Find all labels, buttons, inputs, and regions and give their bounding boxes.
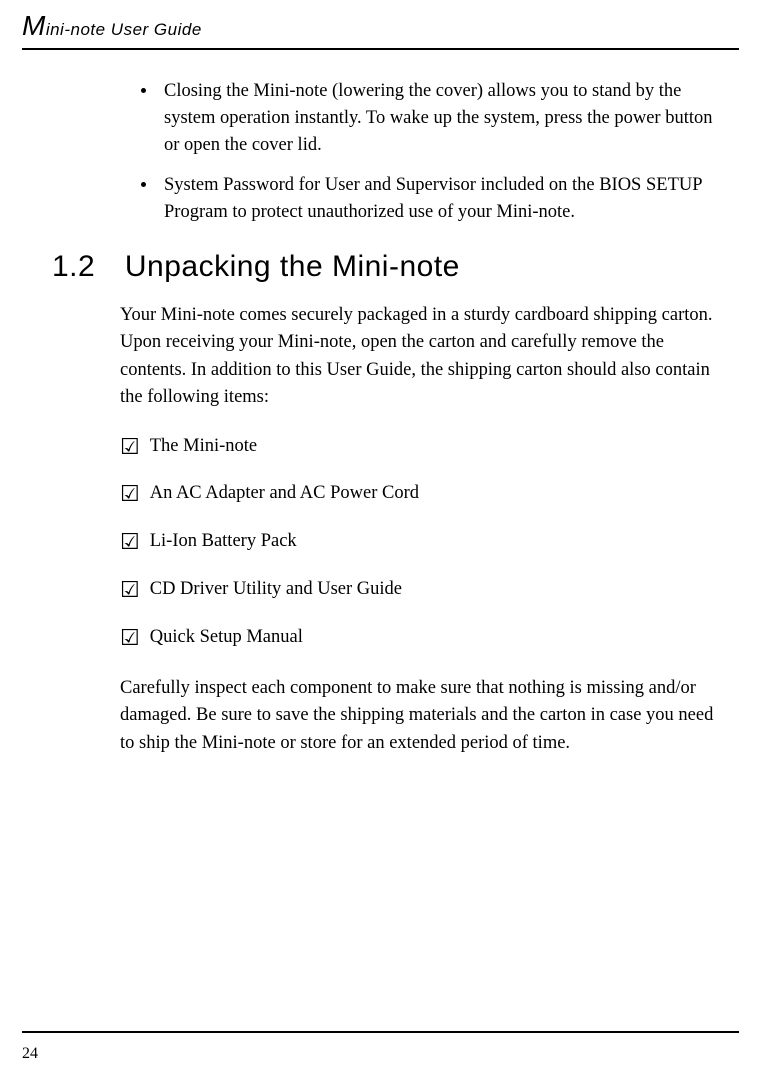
page-number: 24 <box>22 1045 38 1063</box>
checkbox-icon: ☑ <box>120 483 140 505</box>
header-cap: M <box>22 10 46 41</box>
outro-paragraph: Carefully inspect each component to make… <box>120 675 720 757</box>
checklist-item: ☑ An AC Adapter and AC Power Cord <box>120 481 720 507</box>
section-number: 1.2 <box>52 250 116 284</box>
header-rest: ini-note User Guide <box>46 20 202 39</box>
checklist-label: Li-Ion Battery Pack <box>150 529 297 555</box>
checklist-label: CD Driver Utility and User Guide <box>150 577 402 603</box>
checklist-item: ☑ Quick Setup Manual <box>120 625 720 651</box>
checkbox-icon: ☑ <box>120 627 140 649</box>
checklist-item: ☑ CD Driver Utility and User Guide <box>120 577 720 603</box>
checklist-label: Quick Setup Manual <box>150 625 303 651</box>
checkbox-icon: ☑ <box>120 436 140 458</box>
bullet-list: Closing the Mini-note (lowering the cove… <box>120 78 720 226</box>
running-header: Mini-note User Guide <box>22 10 739 50</box>
footer-rule <box>22 1031 739 1033</box>
page: Mini-note User Guide Closing the Mini-no… <box>0 0 761 1079</box>
intro-paragraph: Your Mini-note comes securely packaged i… <box>120 302 720 412</box>
section-heading: 1.2 Unpacking the Mini-note <box>52 250 720 284</box>
checklist-item: ☑ The Mini-note <box>120 434 720 460</box>
section-title: Unpacking the Mini-note <box>125 250 460 283</box>
content-area: Closing the Mini-note (lowering the cove… <box>120 78 720 779</box>
bullet-item: Closing the Mini-note (lowering the cove… <box>158 78 720 158</box>
checklist-label: The Mini-note <box>150 434 257 460</box>
checklist-item: ☑ Li-Ion Battery Pack <box>120 529 720 555</box>
checkbox-icon: ☑ <box>120 531 140 553</box>
checklist: ☑ The Mini-note ☑ An AC Adapter and AC P… <box>120 434 720 651</box>
bullet-item: System Password for User and Supervisor … <box>158 172 720 226</box>
checklist-label: An AC Adapter and AC Power Cord <box>150 481 419 507</box>
checkbox-icon: ☑ <box>120 579 140 601</box>
